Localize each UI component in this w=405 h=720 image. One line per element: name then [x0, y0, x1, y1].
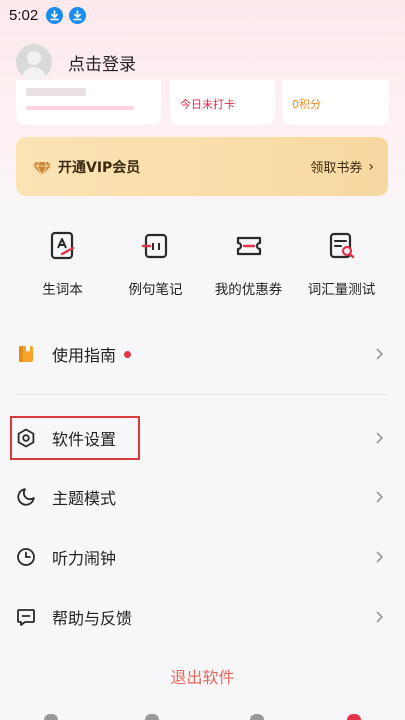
guide-book-icon [19, 346, 33, 362]
menu-item-help-feedback[interactable]: 帮助与反馈 [16, 589, 388, 645]
menu-item-software-settings[interactable]: 软件设置 [16, 410, 388, 466]
moon-icon [17, 488, 35, 506]
menu-item-listening-alarm[interactable]: 听力闹钟 [16, 529, 388, 585]
checkin-status: 今日未打卡 [180, 98, 235, 111]
vocab-test-icon [329, 232, 354, 259]
progress-bar [26, 106, 134, 110]
chevron-right-icon [376, 491, 384, 503]
feedback-icon [17, 609, 35, 626]
chevron-right-icon [376, 348, 384, 360]
quick-action-coupon[interactable]: 我的优惠券 [202, 230, 295, 298]
status-time: 5:02 [9, 6, 39, 24]
checkin-card[interactable]: 今日未打卡 [170, 80, 275, 125]
login-link[interactable]: 点击登录 [68, 50, 136, 75]
quick-action-label: 生词本 [42, 282, 83, 298]
profile-header[interactable]: 点击登录 [16, 44, 136, 80]
notification-dot [124, 350, 132, 358]
bottom-navigation [0, 714, 405, 720]
menu-label: 使用指南 [52, 346, 117, 365]
vip-label: 开通VIP会员 [58, 159, 141, 176]
quick-action-label: 例句笔记 [128, 282, 183, 298]
quick-action-label: 词汇量测试 [307, 282, 376, 298]
status-bar: 5:02 [0, 0, 405, 30]
nav-tab-icon[interactable] [44, 714, 58, 720]
chevron-right-icon: › [368, 158, 374, 175]
clock-icon [17, 548, 35, 566]
divider [16, 394, 388, 395]
points-card[interactable]: 0积分 [282, 80, 389, 125]
quick-action-label: 我的优惠券 [214, 282, 283, 298]
settings-icon [17, 428, 35, 448]
avatar[interactable] [16, 44, 52, 80]
points-value: 0积分 [292, 98, 321, 111]
menu-label: 听力闹钟 [52, 549, 117, 568]
quick-actions: 生词本 例句笔记 我的优惠券 词汇量测试 [16, 230, 388, 298]
quick-action-vocab-book[interactable]: 生词本 [16, 230, 109, 298]
chevron-right-icon [376, 611, 384, 623]
quick-action-vocab-test[interactable]: 词汇量测试 [295, 230, 388, 298]
vip-banner[interactable]: 开通VIP会员 领取书券 › [16, 137, 388, 196]
nav-tab-icon[interactable] [145, 714, 159, 720]
coupon-icon [236, 236, 261, 256]
menu-label: 帮助与反馈 [52, 609, 133, 628]
quick-action-sentence-note[interactable]: 例句笔记 [109, 230, 202, 298]
study-stat-card[interactable] [16, 80, 161, 125]
sentence-note-icon [141, 233, 167, 259]
chevron-right-icon [376, 551, 384, 563]
claim-coupon-link[interactable]: 领取书券 [310, 157, 362, 176]
menu-label: 主题模式 [52, 489, 117, 508]
chevron-right-icon [376, 432, 384, 444]
menu-item-usage-guide[interactable]: 使用指南 [16, 326, 388, 382]
menu-label: 软件设置 [52, 430, 117, 449]
download-icon [46, 6, 64, 24]
logout-button[interactable]: 退出软件 [0, 664, 405, 688]
vocab-book-icon [50, 231, 74, 260]
download-icon [69, 6, 87, 24]
menu-item-theme-mode[interactable]: 主题模式 [16, 469, 388, 525]
nav-tab-icon[interactable] [250, 714, 264, 720]
diamond-icon [33, 161, 51, 176]
nav-tab-icon[interactable] [347, 714, 361, 720]
